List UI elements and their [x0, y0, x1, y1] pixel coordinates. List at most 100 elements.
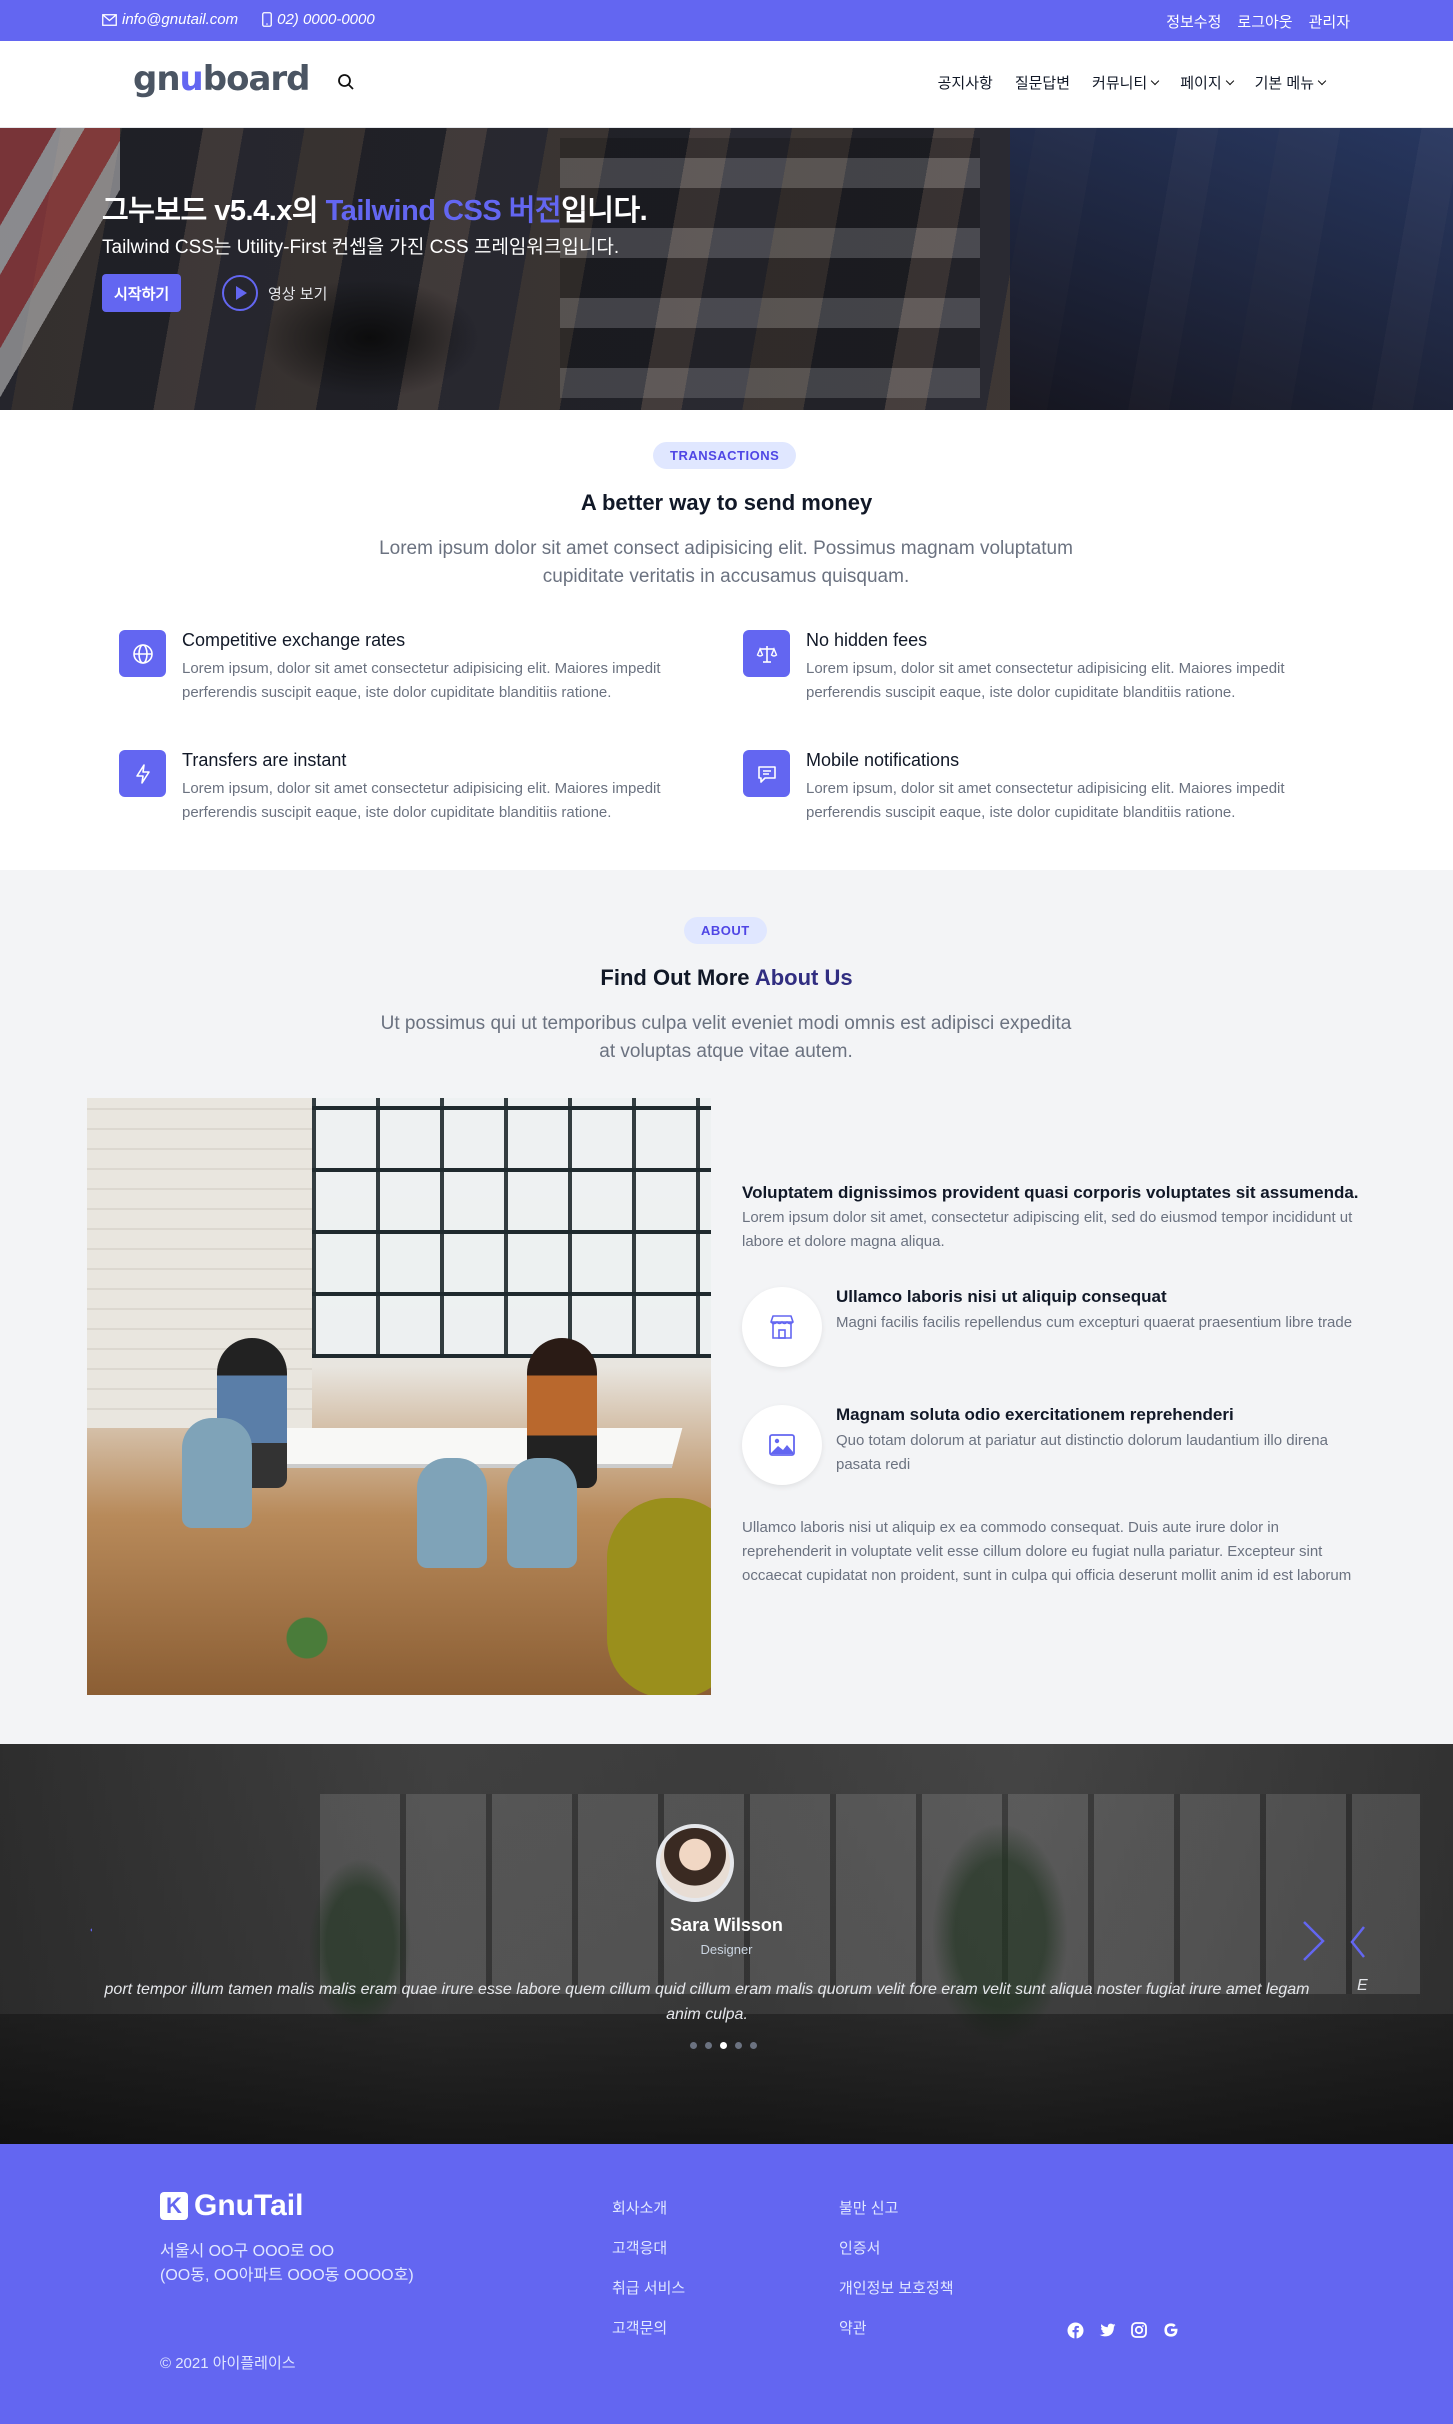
section-pill: ABOUT: [684, 917, 767, 944]
site-logo[interactable]: gnuboard: [133, 59, 311, 99]
about-paragraph: Ullamco laboris nisi ut aliquip ex ea co…: [742, 1519, 1352, 1584]
testimonial-name: Sara Wilsson: [670, 1915, 783, 1935]
section-pill: TRANSACTIONS: [653, 442, 797, 469]
facebook-icon[interactable]: [1066, 2321, 1084, 2339]
nav-item-basic-menu[interactable]: 기본 메뉴: [1255, 72, 1327, 93]
carousel-dots: [690, 2042, 757, 2049]
next-arrow-button[interactable]: [1298, 1919, 1328, 1968]
section-title: A better way to send money: [580, 490, 873, 515]
carousel-dot[interactable]: [750, 2042, 757, 2049]
footer-address: 서울시 OO구 OOO로 OO (OO동, OO아파트 OOO동 OOOO호): [160, 2240, 414, 2288]
hero-title-part: 입니다.: [561, 195, 648, 227]
watch-video-button[interactable]: 영상 보기: [222, 275, 327, 311]
footer-links-col1: 회사소개 고객응대 취급 서비스 고객문의: [612, 2200, 685, 2338]
logo-part: board: [202, 59, 311, 99]
about-item-title: Ullamco laboris nisi ut aliquip consequa…: [836, 1287, 1167, 1306]
nav-item-page[interactable]: 페이지: [1180, 72, 1234, 93]
hero-background: [0, 128, 120, 410]
carousel-dot[interactable]: [735, 2042, 742, 2049]
testimonial-role: Designer: [700, 1942, 753, 1957]
hero-title-accent: Tailwind CSS 버전: [325, 195, 562, 227]
transactions-section: TRANSACTIONS A better way to send money …: [0, 410, 1453, 870]
google-icon[interactable]: [1162, 2321, 1180, 2339]
image-icon: [742, 1405, 822, 1485]
footer-link-customer[interactable]: 고객응대: [612, 2240, 685, 2258]
twitter-icon[interactable]: [1098, 2321, 1116, 2339]
admin-link[interactable]: 관리자: [1309, 11, 1350, 32]
copyright: © 2021 아이플레이스: [160, 2355, 296, 2372]
footer-link-terms[interactable]: 약관: [839, 2320, 954, 2338]
search-icon: [338, 74, 354, 90]
testimonial-quote: port tempor illum tamen malis malis eram…: [104, 1981, 1310, 2023]
address-line: (OO동, OO아파트 OOO동 OOOO호): [160, 2267, 414, 2284]
avatar: [656, 1824, 734, 1902]
about-subtitle: Voluptatem dignissimos provident quasi c…: [742, 1183, 1359, 1202]
feature-text: Lorem ipsum, dolor sit amet consectetur …: [806, 780, 1285, 821]
footer-link-privacy[interactable]: 개인정보 보호정책: [839, 2280, 954, 2298]
hero-subtitle: Tailwind CSS는 Utility-First 컨셉을 가진 CSS 프…: [102, 237, 620, 258]
prev-arrow-duplicate[interactable]: [1348, 1924, 1368, 1965]
feature-title: Competitive exchange rates: [182, 630, 406, 650]
footer-brand-name: GnuTail: [194, 2189, 304, 2222]
chevron-right-icon: [1303, 1921, 1325, 1961]
footer-links-col2: 불만 신고 인증서 개인정보 보호정책 약관: [839, 2200, 954, 2338]
start-button[interactable]: 시작하기: [102, 274, 182, 312]
nav-item-notice[interactable]: 공지사항: [938, 72, 993, 93]
store-icon: [742, 1287, 822, 1367]
footer-link-complaint[interactable]: 불만 신고: [839, 2200, 954, 2218]
footer-link-inquiry[interactable]: 고객문의: [612, 2320, 685, 2338]
about-section: ABOUT Find Out More About Us Ut possimus…: [0, 870, 1453, 1744]
nav-item-community[interactable]: 커뮤니티: [1092, 72, 1160, 93]
footer-link-services[interactable]: 취급 서비스: [612, 2280, 685, 2298]
carousel-dot-active[interactable]: [720, 2042, 727, 2049]
phone-contact[interactable]: 02) 0000-0000: [262, 11, 375, 28]
chat-icon: [743, 750, 790, 797]
section-lead: Ut possimus qui ut temporibus culpa veli…: [380, 1013, 1072, 1062]
nav-label: 페이지: [1180, 75, 1222, 92]
nav-label: 질문답변: [1014, 75, 1071, 92]
section-lead: Lorem ipsum dolor sit amet consect adipi…: [379, 538, 1073, 587]
hero-background: [1010, 128, 1453, 410]
title-part: Find Out More: [600, 965, 755, 990]
feature-title: Transfers are instant: [182, 750, 347, 770]
feature-text: Lorem ipsum, dolor sit amet consectetur …: [182, 660, 661, 701]
site-header: gnuboard 공지사항 질문답변 커뮤니티 페이지 기본 메뉴: [0, 41, 1453, 128]
nav-label: 커뮤니티: [1092, 75, 1148, 92]
main-nav: 공지사항 질문답변 커뮤니티 페이지 기본 메뉴: [938, 72, 1327, 93]
edit-profile-link[interactable]: 정보수정: [1166, 11, 1221, 32]
chevron-down-icon: [1225, 76, 1234, 85]
phone-text: 02) 0000-0000: [277, 11, 375, 28]
carousel-dot[interactable]: [690, 2042, 697, 2049]
logo-accent: u: [179, 59, 204, 99]
office-photo: [87, 1098, 711, 1695]
nav-item-qa[interactable]: 질문답변: [1015, 72, 1070, 93]
feature-text: Lorem ipsum, dolor sit amet consectetur …: [806, 660, 1285, 701]
about-item-text: Magni facilis facilis repellendus cum ex…: [836, 1314, 1353, 1331]
about-item-title: Magnam soluta odio exercitationem repreh…: [836, 1405, 1234, 1424]
instagram-icon[interactable]: [1130, 2321, 1148, 2339]
globe-icon: [119, 630, 166, 677]
email-contact[interactable]: info@gnutail.com: [102, 11, 238, 28]
logo-part: gn: [133, 59, 181, 99]
carousel-dot[interactable]: [705, 2042, 712, 2049]
section-title: Find Out More About Us: [0, 965, 1453, 991]
footer-link-certificate[interactable]: 인증서: [839, 2240, 954, 2258]
play-icon: [222, 275, 258, 311]
hero-background: [560, 138, 980, 398]
next-quote-fragment: E: [1357, 1977, 1368, 1994]
logout-link[interactable]: 로그아웃: [1237, 11, 1292, 32]
footer-link-about[interactable]: 회사소개: [612, 2200, 685, 2218]
search-button[interactable]: [337, 73, 359, 95]
phone-icon: [262, 12, 273, 27]
email-text: info@gnutail.com: [122, 11, 239, 28]
hero-banner: 그누보드 v5.4.x의 Tailwind CSS 버전입니다. Tailwin…: [0, 128, 1453, 410]
nav-label: 공지사항: [937, 75, 993, 92]
chevron-down-icon: [1317, 76, 1327, 85]
social-links: [1066, 2321, 1180, 2339]
about-item-text: Quo totam dolorum at pariatur aut distin…: [836, 1432, 1328, 1473]
feature-text: Lorem ipsum, dolor sit amet consectetur …: [182, 780, 661, 821]
chevron-left-icon: [1350, 1926, 1365, 1958]
scale-icon: [743, 630, 790, 677]
footer-logo[interactable]: K GnuTail: [160, 2189, 303, 2223]
feature-title: Mobile notifications: [806, 750, 960, 770]
